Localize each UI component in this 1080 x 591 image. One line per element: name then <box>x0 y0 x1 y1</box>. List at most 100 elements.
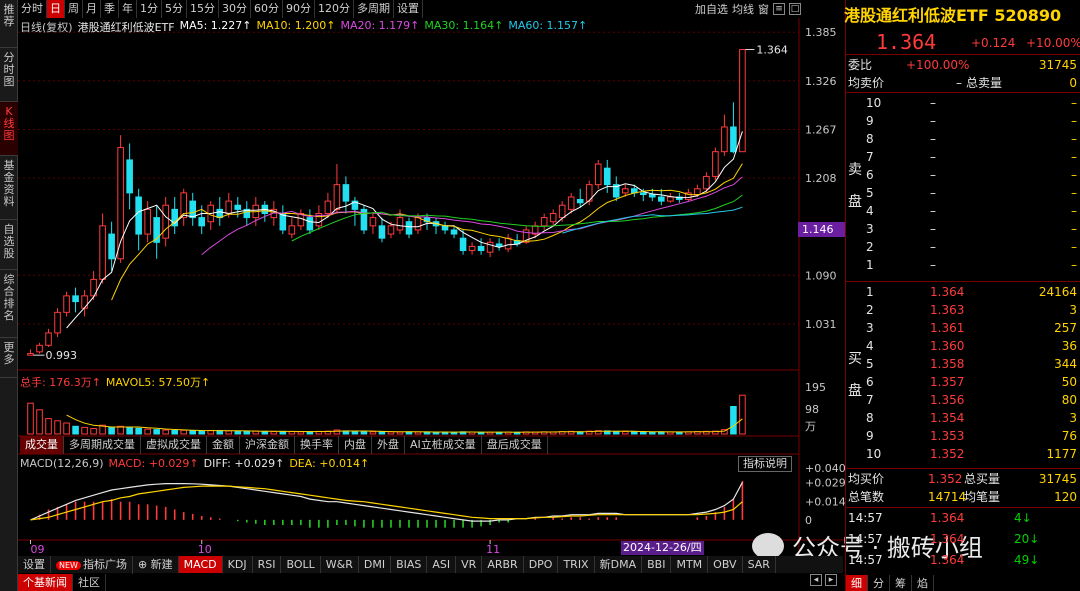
bottom2-tab-0[interactable]: 个基新闻 <box>18 574 73 591</box>
left-tab-3[interactable]: 基金资料 <box>0 156 18 220</box>
macd-tick-label: +0.040 <box>805 462 845 475</box>
scroll-right-icon[interactable]: ▸ <box>825 574 837 586</box>
indicator-tab-7[interactable]: 外盘 <box>372 436 405 454</box>
quote-tab-1[interactable]: 分 <box>868 575 890 591</box>
avg-sell-label: 均卖价 <box>848 76 885 90</box>
volume-bar <box>297 431 305 435</box>
indicator-tab-8[interactable]: AI立桩成交量 <box>405 436 482 454</box>
period-14[interactable]: 设置 <box>394 0 423 18</box>
bottom-tab-1[interactable]: NEW 指标广场 <box>51 555 133 574</box>
sells-row[interactable]: 7 – – <box>846 149 1080 165</box>
expand-icon[interactable]: □ <box>789 3 801 15</box>
buys-row[interactable]: 5 1.358 344 <box>846 356 1080 372</box>
sells-row[interactable]: 6 – – <box>846 167 1080 183</box>
left-tab-2[interactable]: K线图 <box>0 102 18 156</box>
quote-tab-3[interactable]: 焰 <box>912 575 934 591</box>
bottom-tab-2[interactable]: ⊕ 新建 <box>133 556 179 573</box>
period-8[interactable]: 15分 <box>187 0 219 18</box>
indicator-tab-3[interactable]: 金额 <box>207 436 240 454</box>
dea-line <box>30 485 743 521</box>
bottom-tab-11[interactable]: VR <box>456 556 483 573</box>
bottom-tab-17[interactable]: MTM <box>671 556 709 573</box>
period-6[interactable]: 1分 <box>137 0 162 18</box>
window-button[interactable]: 窗 <box>758 1 769 17</box>
period-12[interactable]: 120分 <box>315 0 354 18</box>
bottom-tab-19[interactable]: SAR <box>743 556 776 573</box>
bottom-tab-12[interactable]: ARBR <box>482 556 524 573</box>
trade-count-row: 总笔数 14714 均笔量 120 <box>846 489 1080 505</box>
ma-legend-2: MA20: 1.179↑ <box>340 19 420 32</box>
bottom-tab-15[interactable]: 新DMA <box>595 556 643 573</box>
sells-row[interactable]: 4 – – <box>846 203 1080 219</box>
quote-tab-0[interactable]: 细 <box>846 575 868 591</box>
ma-setting-button[interactable]: 均线 <box>732 1 754 17</box>
left-tab-0[interactable]: 推荐 <box>0 0 18 48</box>
period-4[interactable]: 季 <box>101 0 119 18</box>
sells-row[interactable]: 9 – – <box>846 113 1080 129</box>
bottom-tab-18[interactable]: OBV <box>708 556 743 573</box>
candle-body <box>603 167 611 186</box>
kline-chart[interactable]: 1.385 1.326 1.267 1.208 1.090 1.031 1.364 0.993… <box>18 18 845 558</box>
left-tab-4[interactable]: 自选股 <box>0 220 18 270</box>
indicator-tab-5[interactable]: 换手率 <box>295 436 339 454</box>
sells-row[interactable]: 1 – – <box>846 257 1080 273</box>
bottom-bar-2: 个基新闻 社区 <box>18 574 106 591</box>
period-9[interactable]: 30分 <box>219 0 251 18</box>
buys-row[interactable]: 1 1.364 24164 <box>846 284 1080 300</box>
period-3[interactable]: 月 <box>83 0 101 18</box>
period-1[interactable]: 日 <box>47 0 65 18</box>
indicator-tab-6[interactable]: 内盘 <box>339 436 372 454</box>
bottom-tab-3[interactable]: MACD <box>178 556 223 573</box>
sells-row[interactable]: 8 – – <box>846 131 1080 147</box>
sells-row[interactable]: 10 – – <box>846 95 1080 111</box>
bottom-tab-14[interactable]: TRIX <box>558 556 595 573</box>
bottom-tab-5[interactable]: RSI <box>253 556 282 573</box>
bottom-tab-10[interactable]: ASI <box>427 556 457 573</box>
candle-body <box>649 194 656 198</box>
buys-row[interactable]: 8 1.354 3 <box>846 410 1080 426</box>
sells-row[interactable]: 2 – – <box>846 239 1080 255</box>
indicator-tab-4[interactable]: 沪深金额 <box>240 436 295 454</box>
buys-row[interactable]: 6 1.357 50 <box>846 374 1080 390</box>
bottom2-tab-1[interactable]: 社区 <box>73 574 106 591</box>
diff-value: DIFF: +0.029↑ <box>203 457 285 470</box>
bottom-tab-9[interactable]: BIAS <box>391 556 428 573</box>
indicator-tab-2[interactable]: 虚拟成交量 <box>141 436 207 454</box>
period-7[interactable]: 5分 <box>162 0 187 18</box>
buys-volume: 24164 <box>1038 285 1077 299</box>
bottom-tab-13[interactable]: DPO <box>524 556 559 573</box>
buys-row[interactable]: 9 1.353 76 <box>846 428 1080 444</box>
settings-icon[interactable]: ≡ <box>773 3 785 15</box>
bottom-tab-6[interactable]: BOLL <box>281 556 321 573</box>
buys-row[interactable]: 2 1.363 3 <box>846 302 1080 318</box>
period-0[interactable]: 分时 <box>18 0 47 18</box>
buys-row[interactable]: 10 1.352 1177 <box>846 446 1080 462</box>
left-tab-1[interactable]: 分时图 <box>0 48 18 102</box>
sells-row[interactable]: 5 – – <box>846 185 1080 201</box>
bottom-tab-7[interactable]: W&R <box>321 556 359 573</box>
candle-body <box>63 295 70 313</box>
bottom-tab-0[interactable]: 设置 <box>18 556 51 573</box>
indicator-tab-0[interactable]: 成交量 <box>20 436 64 454</box>
buys-row[interactable]: 7 1.356 80 <box>846 392 1080 408</box>
indicator-tab-9[interactable]: 盘后成交量 <box>482 436 548 454</box>
buys-volume: 36 <box>1061 339 1077 353</box>
bottom-tab-8[interactable]: DMI <box>359 556 392 573</box>
period-10[interactable]: 60分 <box>251 0 283 18</box>
buys-row[interactable]: 3 1.361 257 <box>846 320 1080 336</box>
period-2[interactable]: 周 <box>65 0 83 18</box>
scroll-left-icon[interactable]: ◂ <box>810 574 822 586</box>
sells-row[interactable]: 3 – – <box>846 221 1080 237</box>
indicator-tab-1[interactable]: 多周期成交量 <box>64 436 141 454</box>
add-watchlist-button[interactable]: 加自选 <box>695 1 728 17</box>
left-tab-5[interactable]: 综合排名 <box>0 270 18 338</box>
indicator-help-button[interactable]: 指标说明 <box>738 456 792 472</box>
period-5[interactable]: 年 <box>119 0 137 18</box>
buys-row[interactable]: 4 1.360 36 <box>846 338 1080 354</box>
quote-tab-2[interactable]: 筹 <box>890 575 912 591</box>
period-11[interactable]: 90分 <box>283 0 315 18</box>
left-tab-6[interactable]: 更多 <box>0 338 18 378</box>
bottom-tab-16[interactable]: BBI <box>642 556 672 573</box>
bottom-tab-4[interactable]: KDJ <box>223 556 253 573</box>
period-13[interactable]: 多周期 <box>354 0 394 18</box>
